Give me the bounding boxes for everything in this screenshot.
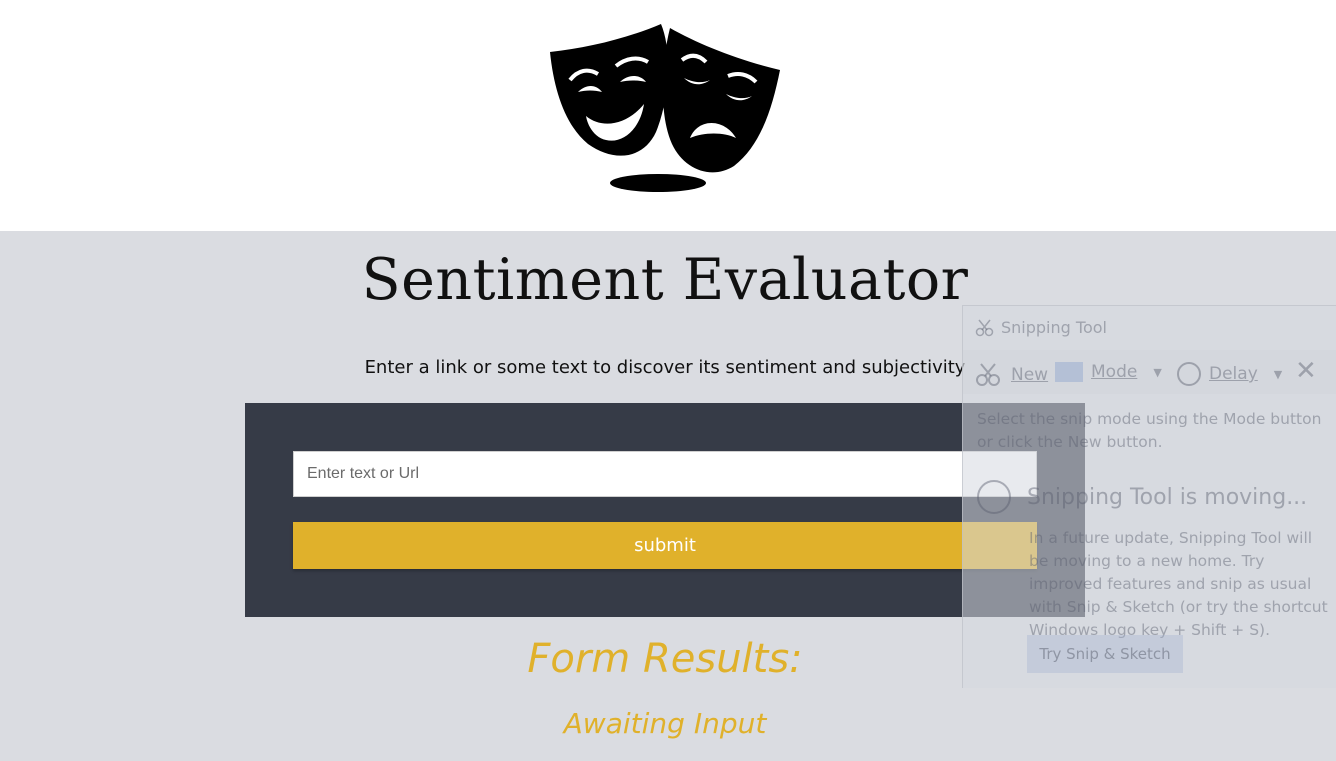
theater-masks-icon (550, 24, 780, 192)
snipping-tool-toolbar: New Mode ▼ Delay ▼ ✕ (963, 350, 1336, 394)
sentiment-form: submit (245, 403, 1085, 617)
header-band (0, 0, 1336, 231)
mode-icon (1055, 362, 1083, 382)
snipping-tool-hint: Select the snip mode using the Mode butt… (977, 410, 1322, 451)
new-snip-button[interactable]: New (973, 362, 1048, 388)
close-icon: ✕ (1295, 356, 1317, 386)
scissors-icon (975, 319, 994, 336)
delay-button[interactable]: Delay ▼ (1177, 362, 1282, 386)
results-status: Awaiting Input (563, 707, 767, 740)
text-or-url-input[interactable] (293, 451, 1037, 497)
cancel-snip-button[interactable]: ✕ (1295, 356, 1317, 386)
snip-sketch-icon (977, 480, 1011, 514)
try-snip-sketch-button[interactable]: Try Snip & Sketch (1027, 635, 1183, 673)
snipping-tool-titlebar[interactable]: Snipping Tool (975, 318, 1107, 337)
submit-button[interactable]: submit (293, 522, 1037, 569)
chevron-down-icon: ▼ (1153, 365, 1162, 379)
mode-button[interactable]: Mode ▼ (1055, 362, 1162, 382)
clock-icon (1177, 362, 1201, 386)
mode-label: Mode (1091, 362, 1138, 382)
snipping-tool-moving-notice: Snipping Tool is moving... (977, 480, 1307, 514)
new-snip-label: New (1011, 365, 1049, 385)
new-snip-icon (976, 363, 1000, 386)
page-title: Sentiment Evaluator (361, 247, 969, 313)
moving-heading: Snipping Tool is moving... (1027, 484, 1308, 510)
chevron-down-icon: ▼ (1273, 367, 1283, 381)
moving-body-text: In a future update, Snipping Tool will b… (1029, 529, 1328, 639)
snipping-tool-window: Snipping Tool New Mode ▼ Delay ▼ ✕ Selec… (962, 305, 1336, 688)
delay-label: Delay (1209, 364, 1258, 384)
snipping-tool-title: Snipping Tool (1001, 318, 1107, 337)
